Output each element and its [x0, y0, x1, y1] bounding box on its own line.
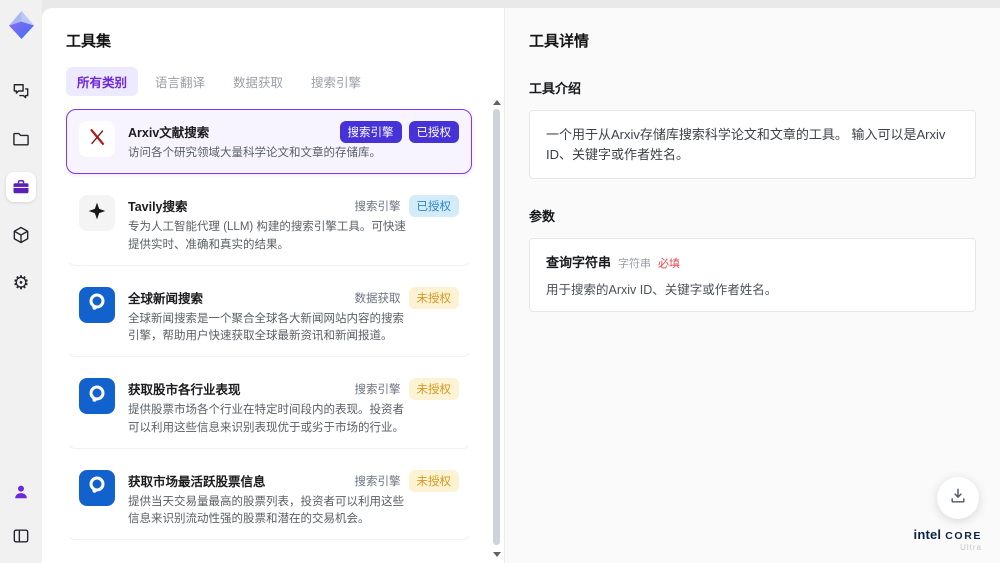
- sidebar-item-account[interactable]: [6, 477, 36, 507]
- param-name: 查询字符串: [546, 255, 612, 270]
- scrollbar-thumb[interactable]: [493, 109, 500, 545]
- tool-list: Arxiv文献搜索 访问各个研究领域大量科学论文和文章的存储库。 搜索引擎 已授…: [66, 109, 482, 561]
- detail-title: 工具详情: [529, 33, 590, 50]
- tool-category-badge: 搜索引擎: [354, 384, 401, 397]
- tool-card[interactable]: 获取股市各行业表现 提供股票市场各个行业在特定时间段内的表现。投资者可以利用这些…: [66, 366, 472, 449]
- tool-auth-badge: 未授权: [408, 469, 459, 492]
- tool-category-badge: 搜索引擎: [339, 121, 402, 143]
- sidebar-item-settings[interactable]: ⚙: [6, 268, 36, 298]
- category-tab[interactable]: 数据获取: [222, 67, 294, 96]
- news-app-icon: [85, 382, 109, 411]
- tool-category-badge: 数据获取: [354, 292, 401, 305]
- tool-description: 提供股票市场各个行业在特定时间段内的表现。投资者可以利用这些信息来识别表现优于或…: [128, 404, 404, 434]
- tool-description: 提供当天交易量最高的股票列表，投资者可以利用这些信息来识别流动性强的股票和潜在的…: [128, 495, 404, 525]
- sidebar-bottom: [6, 477, 36, 551]
- param-description: 用于搜索的Arxiv ID、关键字或作者姓名。: [546, 283, 778, 297]
- tool-category-badge: 搜索引擎: [354, 201, 401, 214]
- category-tab[interactable]: 所有类别: [66, 67, 139, 96]
- news-app-icon: [85, 473, 109, 502]
- category-tabs: 所有类别 语言翻译 数据获取 搜索引擎: [66, 67, 482, 96]
- download-button[interactable]: [937, 477, 979, 519]
- tool-card[interactable]: 全球新闻搜索 全球新闻搜索是一个聚合全球各大新闻网站内容的搜索引擎，帮助用户快速…: [66, 274, 472, 358]
- chat-icon: [11, 81, 31, 101]
- param-type: 字符串: [618, 258, 652, 270]
- main-panel: 工具集 所有类别 语言翻译 数据获取 搜索引擎 Arxiv文献搜索 访问各个研究…: [42, 8, 1000, 563]
- brand-word: intel: [913, 526, 942, 542]
- tool-category-badge: 搜索引擎: [354, 475, 401, 488]
- scroll-up-arrow[interactable]: [493, 100, 501, 105]
- app-logo-icon[interactable]: [8, 10, 35, 40]
- panel-layout-icon: [11, 526, 31, 546]
- news-app-icon: [85, 290, 109, 319]
- page-title: 工具集: [66, 33, 112, 50]
- param-required-badge: 必填: [658, 258, 681, 270]
- intro-heading: 工具介绍: [529, 81, 582, 96]
- sidebar-item-chat[interactable]: [6, 76, 36, 106]
- parameter-box: 查询字符串 字符串 必填 用于搜索的Arxiv ID、关键字或作者姓名。: [529, 238, 976, 312]
- tool-card[interactable]: Tavily搜索 专为人工智能代理 (LLM) 构建的搜索引擎工具。可快速提供实…: [66, 183, 472, 266]
- tool-list-panel: 工具集 所有类别 语言翻译 数据获取 搜索引擎 Arxiv文献搜索 访问各个研究…: [42, 8, 504, 563]
- tool-description: 全球新闻搜索是一个聚合全球各大新闻网站内容的搜索引擎，帮助用户快速获取全球最新资…: [128, 312, 404, 342]
- app-window: ⚙ 工具集 所有类别 语言翻译 数据获取 搜索引擎 Arxiv文献搜索 访问各个…: [0, 0, 1000, 563]
- arxiv-logo-icon: [86, 126, 108, 153]
- cube-icon: [11, 225, 31, 245]
- category-tab[interactable]: 语言翻译: [144, 67, 216, 96]
- tool-description: 访问各个研究领域大量科学论文和文章的存储库。: [128, 147, 381, 159]
- tool-detail-panel: 工具详情 工具介绍 一个用于从Arxiv存储库搜索科学论文和文章的工具。 输入可…: [504, 8, 1000, 563]
- tool-auth-badge: 已授权: [408, 121, 459, 143]
- sidebar-item-collapse[interactable]: [6, 521, 36, 551]
- list-scrollbar[interactable]: [492, 100, 501, 557]
- tool-auth-badge: 未授权: [408, 378, 459, 401]
- sidebar-item-files[interactable]: [6, 124, 36, 154]
- tool-card[interactable]: Arxiv文献搜索 访问各个研究领域大量科学论文和文章的存储库。 搜索引擎 已授…: [66, 109, 472, 175]
- sidebar-item-models[interactable]: [6, 220, 36, 250]
- folder-icon: [11, 129, 31, 149]
- tool-auth-badge: 已授权: [408, 195, 459, 218]
- tool-auth-badge: 未授权: [408, 286, 459, 309]
- sidebar-item-tools[interactable]: [6, 172, 36, 202]
- sparkle-icon: [87, 201, 107, 226]
- icon-sidebar: ⚙: [0, 0, 42, 563]
- tool-description: 专为人工智能代理 (LLM) 构建的搜索引擎工具。可快速提供实时、准确和真实的结…: [128, 221, 406, 251]
- sidebar-nav: ⚙: [6, 76, 36, 298]
- intel-core-logo: intel CORE Ultra: [914, 526, 982, 553]
- tool-card[interactable]: 万维地区新闻查询 查询具体行政区划内的新闻，快速了解各地新闻动 搜索引擎 未授权: [66, 549, 472, 561]
- download-icon: [948, 486, 968, 511]
- brand-mark: CORE: [945, 529, 982, 542]
- briefcase-icon: [11, 177, 31, 197]
- brand-sub: Ultra: [960, 543, 982, 553]
- gear-icon: ⚙: [12, 271, 30, 294]
- tool-intro-box: 一个用于从Arxiv存储库搜索科学论文和文章的工具。 输入可以是Arxiv ID…: [529, 110, 976, 179]
- scroll-down-arrow[interactable]: [493, 552, 501, 557]
- category-tab[interactable]: 搜索引擎: [300, 67, 372, 96]
- tool-card[interactable]: 获取市场最活跃股票信息 提供当天交易量最高的股票列表，投资者可以利用这些信息来识…: [66, 457, 472, 541]
- params-heading: 参数: [529, 209, 556, 224]
- user-icon: [11, 482, 31, 502]
